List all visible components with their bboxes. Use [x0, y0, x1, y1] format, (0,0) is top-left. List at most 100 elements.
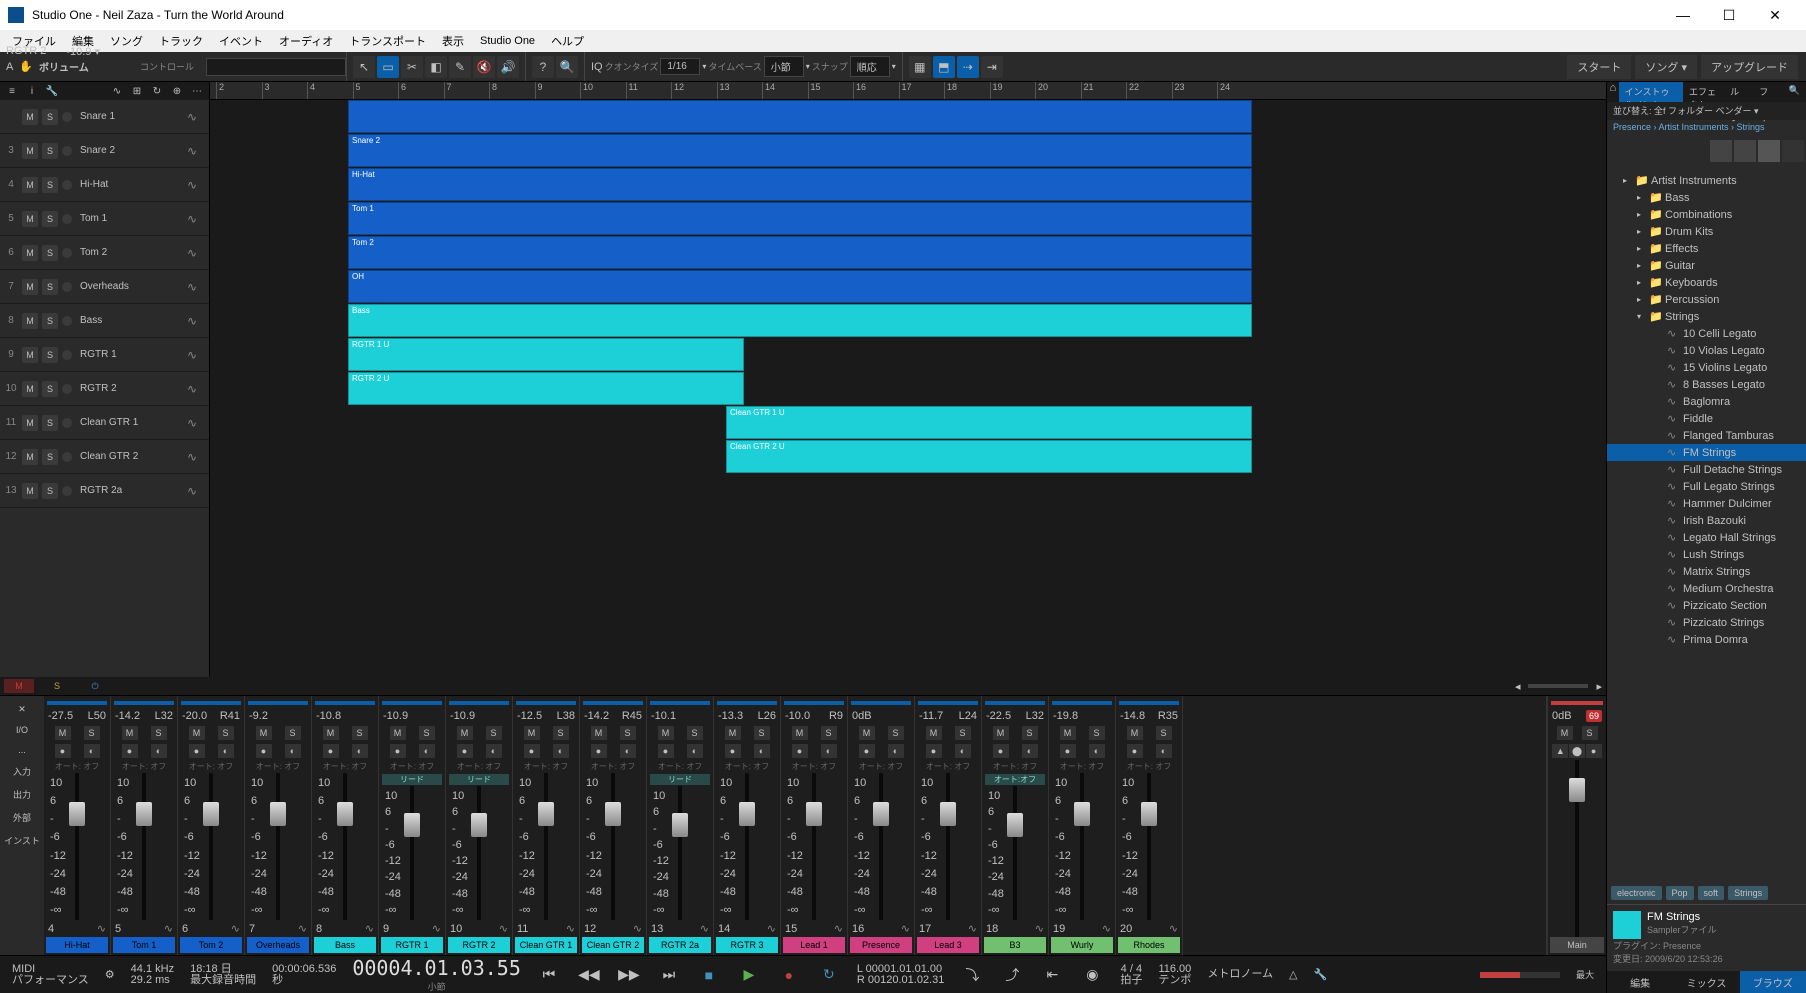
track-row[interactable]: M S Snare 1 ∿ — [0, 100, 209, 134]
channel-auto[interactable]: オート: オフ — [984, 760, 1046, 773]
channel-vol[interactable]: -11.7 — [919, 710, 943, 722]
mute-button[interactable]: M — [22, 347, 38, 363]
channel-rec[interactable]: ● — [55, 744, 71, 758]
automation-icon[interactable]: ∿ — [109, 84, 125, 98]
channel-mute[interactable]: M — [524, 726, 540, 740]
channel-rec[interactable]: ● — [926, 744, 942, 758]
record-arm[interactable] — [62, 248, 72, 258]
menu-イベント[interactable]: イベント — [211, 33, 271, 49]
volume-value[interactable]: -10.9 ▾ — [66, 45, 100, 58]
solo-button[interactable]: S — [42, 347, 58, 363]
channel-solo[interactable]: S — [687, 726, 703, 740]
insert-slot[interactable]: オート:オフ — [985, 774, 1045, 785]
tag[interactable]: Strings — [1728, 886, 1768, 900]
record-arm[interactable] — [62, 146, 72, 156]
channel-name[interactable]: RGTR 2a — [649, 937, 711, 953]
song-button[interactable]: ソング ▾ — [1635, 55, 1697, 79]
info-icon[interactable]: i — [24, 84, 40, 98]
channel-fader[interactable]: 106--6-12-24-48-∞ — [381, 786, 443, 920]
track-row[interactable]: 7 M S Overheads ∿ — [0, 270, 209, 304]
upgrade-button[interactable]: アップグレード — [1701, 55, 1798, 79]
channel-mute[interactable]: M — [658, 726, 674, 740]
channel-rec[interactable]: ● — [323, 744, 339, 758]
param-dropdown[interactable] — [206, 58, 346, 76]
channel-fader[interactable]: 106--6-12-24-48-∞ — [850, 773, 912, 920]
tree-node[interactable]: ▸📁Combinations — [1607, 206, 1806, 223]
channel-auto[interactable]: オート: オフ — [850, 760, 912, 773]
clip[interactable]: Tom 1 — [348, 202, 1252, 235]
group-icon[interactable]: ⊞ — [129, 84, 145, 98]
channel-mute[interactable]: M — [457, 726, 473, 740]
solo-button[interactable]: S — [42, 449, 58, 465]
clip[interactable]: Clean GTR 1 U — [726, 406, 1252, 439]
master-mute[interactable]: M — [4, 679, 34, 693]
tree-node[interactable]: ∿Full Legato Strings — [1607, 478, 1806, 495]
arrow-tool[interactable]: ↖ — [353, 56, 375, 78]
footer-tab[interactable]: ミックス — [1673, 971, 1739, 993]
channel-mute[interactable]: M — [323, 726, 339, 740]
menu-トランスポート[interactable]: トランスポート — [341, 33, 434, 49]
channel-solo[interactable]: S — [285, 726, 301, 740]
channel-mon[interactable]: ◐ — [553, 744, 569, 758]
channel-vol[interactable]: -13.3 — [718, 710, 743, 722]
tree-node[interactable]: ▸📁Bass — [1607, 189, 1806, 206]
range-tool[interactable]: ▭ — [377, 56, 399, 78]
solo-button[interactable]: S — [42, 109, 58, 125]
mute-button[interactable]: M — [22, 211, 38, 227]
track-name[interactable]: RGTR 2a — [76, 485, 183, 496]
browser-tab[interactable]: エフェクト — [1683, 82, 1724, 102]
channel-mute[interactable]: M — [993, 726, 1009, 740]
channel-fader[interactable]: 106--6-12-24-48-∞ — [984, 786, 1046, 920]
tree-node[interactable]: ∿Baglomra — [1607, 393, 1806, 410]
master-mono-icon[interactable]: ▲ — [1552, 744, 1568, 758]
channel-name[interactable]: Clean GTR 2 — [582, 937, 644, 953]
channel-solo[interactable]: S — [486, 726, 502, 740]
channel-name[interactable]: Rhodes — [1118, 937, 1180, 953]
channel-auto[interactable]: オート: オフ — [649, 760, 711, 773]
expand-icon[interactable]: ▸ — [1637, 278, 1645, 287]
tree-node[interactable]: ∿Pizzicato Strings — [1607, 614, 1806, 631]
channel-pan[interactable]: R35 — [1158, 710, 1178, 722]
track-row[interactable]: 4 M S Hi-Hat ∿ — [0, 168, 209, 202]
expand-icon[interactable]: ▸ — [1637, 244, 1645, 253]
channel-fader[interactable]: 106--6-12-24-48-∞ — [515, 773, 577, 920]
solo-button[interactable]: S — [42, 211, 58, 227]
footer-tab[interactable]: ブラウズ — [1740, 971, 1806, 993]
autopunch-icon[interactable]: ◉ — [1080, 963, 1104, 987]
channel-name[interactable]: Lead 3 — [917, 937, 979, 953]
master-fader[interactable] — [1550, 760, 1604, 937]
track-name[interactable]: Snare 1 — [76, 111, 183, 122]
channel-mon[interactable]: ◐ — [888, 744, 904, 758]
clip[interactable]: Tom 2 — [348, 236, 1252, 269]
expand-icon[interactable]: ▸ — [1637, 261, 1645, 270]
channel-fader[interactable]: 106--6-12-24-48-∞ — [314, 773, 376, 920]
track-row[interactable]: 8 M S Bass ∿ — [0, 304, 209, 338]
cursor-icon[interactable]: ⇥ — [981, 56, 1003, 78]
track-selector[interactable]: RGTR 2 — [6, 45, 46, 58]
channel-mute[interactable]: M — [256, 726, 272, 740]
tree-node[interactable]: ▸📁Artist Instruments — [1607, 172, 1806, 189]
track-row[interactable]: 9 M S RGTR 1 ∿ — [0, 338, 209, 372]
forward-end-icon[interactable]: ⏭ — [657, 963, 681, 987]
channel-vol[interactable]: -10.8 — [316, 710, 341, 722]
menu-表示[interactable]: 表示 — [434, 33, 472, 49]
tree-node[interactable]: ∿10 Celli Legato — [1607, 325, 1806, 342]
channel-mute[interactable]: M — [1127, 726, 1143, 740]
channel-mute[interactable]: M — [55, 726, 71, 740]
channel-mon[interactable]: ◐ — [84, 744, 100, 758]
snap-icon[interactable]: ⬒ — [933, 56, 955, 78]
master-solo[interactable]: S — [42, 679, 72, 693]
channel-mon[interactable]: ◐ — [218, 744, 234, 758]
tree-node[interactable]: ∿Irish Bazouki — [1607, 512, 1806, 529]
lane-icon[interactable]: ↻ — [149, 84, 165, 98]
record-arm[interactable] — [62, 418, 72, 428]
record-arm[interactable] — [62, 282, 72, 292]
channel-solo[interactable]: S — [888, 726, 904, 740]
punch-in-icon[interactable]: ⤵ — [960, 963, 984, 987]
punch-out-icon[interactable]: ⤴ — [1000, 963, 1024, 987]
menu-ヘルプ[interactable]: ヘルプ — [543, 33, 592, 49]
tag[interactable]: electronic — [1611, 886, 1662, 900]
mute-tool[interactable]: 🔇 — [473, 56, 495, 78]
channel-auto[interactable]: オート: オフ — [1051, 760, 1113, 773]
expand-icon[interactable]: ▸ — [1623, 176, 1631, 185]
